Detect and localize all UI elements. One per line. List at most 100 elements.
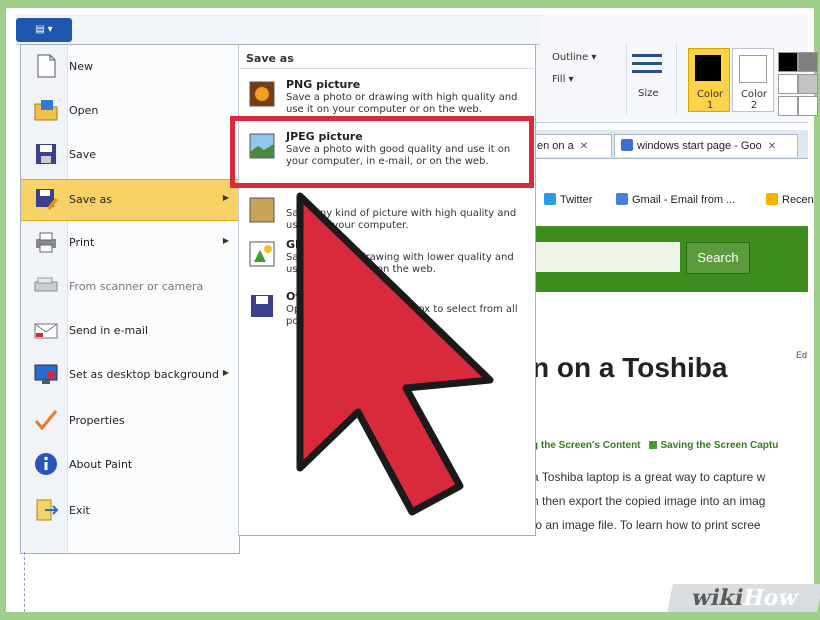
menu-item-label: Set as desktop background — [69, 368, 219, 381]
color-swatch[interactable] — [778, 96, 798, 116]
menu-item-exit[interactable]: Exit — [21, 491, 239, 531]
color-swatch[interactable] — [778, 74, 798, 94]
color1-swatch — [695, 55, 721, 81]
color-swatch[interactable] — [798, 96, 818, 116]
menu-item-label: Save — [69, 148, 97, 161]
paragraph-line: n then export the copied image into an i… — [532, 494, 766, 508]
google-icon — [616, 193, 628, 205]
size-line-icon — [632, 70, 662, 73]
search-input[interactable] — [530, 242, 680, 272]
menu-item-open[interactable]: Open — [21, 91, 239, 131]
new-file-icon — [37, 54, 56, 78]
paint-titlebar — [16, 14, 540, 45]
menu-item-label: Open — [69, 104, 99, 117]
menu-item-label: Properties — [69, 414, 125, 427]
menu-item-label: Exit — [69, 504, 90, 517]
breadcrumb-item[interactable]: Saving the Screen Captu — [661, 440, 779, 451]
gif-picture-icon — [249, 241, 275, 267]
canvas-edge — [24, 552, 26, 612]
color-swatch[interactable] — [778, 52, 798, 72]
save-as-other-formats[interactable]: Ot Open the Save As dialog box to select… — [244, 286, 528, 338]
paint-menu-button[interactable]: ▤ ▾ — [16, 18, 72, 42]
submenu-arrow-icon: ▶ — [222, 236, 229, 245]
ribbon-divider — [626, 44, 627, 114]
bmp-picture-icon — [249, 197, 275, 223]
scanner-icon — [34, 277, 58, 292]
save-as-title: PNG picture — [286, 78, 361, 91]
watermark-how: How — [740, 585, 801, 611]
info-icon — [35, 453, 57, 475]
article-title: n on a Toshiba — [532, 352, 728, 383]
bookmark-label: Twitter — [560, 194, 593, 206]
save-as-title: GIF — [286, 238, 307, 251]
save-as-gif[interactable]: GIF Save a simple drawing with lower qua… — [244, 234, 528, 286]
exit-icon — [36, 499, 59, 521]
menu-item-scanner[interactable]: From scanner or camera — [21, 267, 239, 307]
save-disk-icon — [36, 144, 56, 164]
jpeg-highlight-box — [230, 116, 534, 188]
color2-label: Color 2 — [740, 89, 768, 111]
bookmarks-bar: Twitter Gmail - Email from ... Recen — [530, 190, 814, 212]
bookmark-label: Recen — [782, 194, 814, 206]
paint-file-menu: New Open Save Save as ▶ Print ▶ From sca… — [20, 44, 240, 554]
tab-label: windows start page - Goo — [637, 140, 762, 152]
tab-label: en on a — [537, 140, 574, 152]
breadcrumb-item[interactable]: g the Screen's Content — [532, 440, 641, 451]
color-swatch[interactable] — [798, 52, 818, 72]
menu-item-save[interactable]: Save — [21, 135, 239, 175]
bookmark-recent[interactable]: Recen — [766, 193, 814, 206]
menu-item-new[interactable]: New — [21, 47, 239, 87]
paragraph-line: a Toshiba laptop is a great way to captu… — [532, 470, 766, 484]
save-as-icon — [36, 189, 58, 210]
email-icon — [34, 323, 58, 339]
menu-item-save-as[interactable]: Save as ▶ — [21, 179, 239, 221]
color-swatch[interactable] — [798, 74, 818, 94]
search-button[interactable]: Search — [686, 242, 750, 274]
save-as-title: Ot — [286, 290, 301, 303]
size-button[interactable]: Size — [638, 88, 659, 99]
submenu-arrow-icon: ▶ — [222, 368, 229, 377]
color1-button[interactable]: Color 1 — [688, 48, 730, 112]
menu-item-email[interactable]: Send in e-mail — [21, 311, 239, 351]
size-line-icon — [632, 54, 662, 57]
color2-button[interactable]: Color 2 — [732, 48, 774, 112]
bullet-icon — [648, 441, 657, 449]
bookmark-twitter[interactable]: Twitter — [544, 193, 592, 206]
tab-windows-start[interactable]: windows start page - Goo ✕ — [614, 134, 798, 157]
tab-favicon-icon — [621, 139, 633, 151]
watermark-wiki: wiki — [689, 585, 747, 611]
menu-item-about[interactable]: About Paint — [21, 445, 239, 485]
close-icon[interactable]: ✕ — [768, 141, 776, 152]
tab-toshiba[interactable]: en on a ✕ — [530, 134, 612, 157]
other-formats-icon — [251, 295, 273, 317]
outline-button[interactable]: Outline ▾ — [552, 52, 596, 63]
open-folder-icon — [34, 100, 58, 121]
save-as-description: Open the Save As dialog box to select fr… — [286, 304, 518, 327]
desktop-icon — [34, 364, 58, 384]
divider — [240, 68, 534, 69]
wikihow-watermark: wikiHow — [667, 584, 820, 612]
drive-icon — [766, 193, 778, 205]
breadcrumb: g the Screen's Content Saving the Screen … — [532, 440, 778, 451]
color2-swatch — [739, 55, 767, 83]
size-line-icon — [632, 62, 662, 65]
png-picture-icon — [249, 81, 275, 107]
paragraph-line: to an image file. To learn how to print … — [532, 518, 761, 532]
save-as-description: Save a photo or drawing with high qualit… — [286, 92, 518, 115]
paint-ribbon: Outline ▾ Fill ▾ Size Color 1 Color 2 — [530, 14, 818, 123]
bookmark-gmail[interactable]: Gmail - Email from ... — [616, 193, 735, 206]
save-as-header: Save as — [246, 52, 294, 65]
close-icon[interactable]: ✕ — [580, 141, 588, 152]
menu-item-print[interactable]: Print ▶ — [21, 223, 239, 263]
printer-icon — [36, 232, 56, 253]
submenu-arrow-icon: ▶ — [222, 193, 229, 202]
menu-item-desktop-background[interactable]: Set as desktop background ▶ — [21, 355, 239, 395]
menu-item-properties[interactable]: Properties — [21, 401, 239, 441]
menu-item-label: About Paint — [69, 458, 133, 471]
menu-item-label: New — [69, 60, 93, 73]
edit-link[interactable]: Ed — [796, 350, 807, 360]
menu-item-label: Send in e-mail — [69, 324, 149, 337]
twitter-icon — [544, 193, 556, 205]
fill-button[interactable]: Fill ▾ — [552, 74, 574, 85]
save-as-description: Save a simple drawing with lower quality… — [286, 252, 514, 275]
